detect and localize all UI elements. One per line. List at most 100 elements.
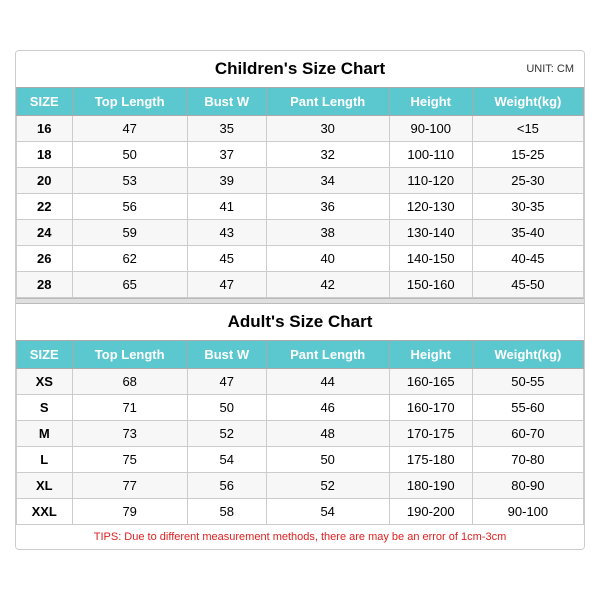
adult-header-row: SIZETop LengthBust WPant LengthHeightWei… xyxy=(17,341,584,369)
table-cell: 58 xyxy=(187,499,266,525)
table-cell: XXL xyxy=(17,499,73,525)
children-section-title: Children's Size Chart UNIT: CM xyxy=(16,51,584,87)
table-cell: 100-110 xyxy=(389,142,472,168)
table-row: S715046160-17055-60 xyxy=(17,395,584,421)
table-cell: 30 xyxy=(266,116,389,142)
adult-header-cell: Weight(kg) xyxy=(472,341,583,369)
table-cell: 59 xyxy=(72,220,187,246)
table-cell: 30-35 xyxy=(472,194,583,220)
table-cell: 35-40 xyxy=(472,220,583,246)
table-cell: 110-120 xyxy=(389,168,472,194)
children-header-cell: SIZE xyxy=(17,88,73,116)
table-row: 26624540140-15040-45 xyxy=(17,246,584,272)
table-cell: 73 xyxy=(72,421,187,447)
children-header-cell: Bust W xyxy=(187,88,266,116)
table-cell: 42 xyxy=(266,272,389,298)
table-cell: 56 xyxy=(187,473,266,499)
table-row: 28654742150-16045-50 xyxy=(17,272,584,298)
table-cell: 70-80 xyxy=(472,447,583,473)
table-cell: 18 xyxy=(17,142,73,168)
table-cell: 25-30 xyxy=(472,168,583,194)
table-cell: 15-25 xyxy=(472,142,583,168)
table-cell: 32 xyxy=(266,142,389,168)
table-cell: 39 xyxy=(187,168,266,194)
children-header-cell: Height xyxy=(389,88,472,116)
adult-header-cell: Bust W xyxy=(187,341,266,369)
table-cell: 40-45 xyxy=(472,246,583,272)
table-cell: 140-150 xyxy=(389,246,472,272)
table-cell: 38 xyxy=(266,220,389,246)
table-cell: 45 xyxy=(187,246,266,272)
table-cell: 48 xyxy=(266,421,389,447)
table-row: XS684744160-16550-55 xyxy=(17,369,584,395)
table-cell: 50-55 xyxy=(472,369,583,395)
table-cell: 65 xyxy=(72,272,187,298)
table-cell: M xyxy=(17,421,73,447)
table-cell: 175-180 xyxy=(389,447,472,473)
table-cell: 150-160 xyxy=(389,272,472,298)
table-cell: 20 xyxy=(17,168,73,194)
table-cell: 28 xyxy=(17,272,73,298)
table-cell: 160-165 xyxy=(389,369,472,395)
adult-header-cell: Height xyxy=(389,341,472,369)
table-cell: L xyxy=(17,447,73,473)
table-cell: 190-200 xyxy=(389,499,472,525)
tips-text: TIPS: Due to different measurement metho… xyxy=(16,525,584,549)
table-cell: 52 xyxy=(187,421,266,447)
table-cell: 50 xyxy=(187,395,266,421)
table-cell: 170-175 xyxy=(389,421,472,447)
size-chart-container: Children's Size Chart UNIT: CM SIZETop L… xyxy=(15,50,585,550)
table-cell: XS xyxy=(17,369,73,395)
unit-label: UNIT: CM xyxy=(526,63,574,75)
table-cell: 35 xyxy=(187,116,266,142)
table-cell: 37 xyxy=(187,142,266,168)
children-header-cell: Weight(kg) xyxy=(472,88,583,116)
table-cell: 130-140 xyxy=(389,220,472,246)
table-cell: 43 xyxy=(187,220,266,246)
table-cell: 16 xyxy=(17,116,73,142)
table-row: M735248170-17560-70 xyxy=(17,421,584,447)
table-cell: 90-100 xyxy=(389,116,472,142)
adult-section-title: Adult's Size Chart xyxy=(16,304,584,340)
table-cell: 56 xyxy=(72,194,187,220)
table-cell: 41 xyxy=(187,194,266,220)
table-cell: 34 xyxy=(266,168,389,194)
table-cell: 47 xyxy=(187,272,266,298)
table-row: XL775652180-19080-90 xyxy=(17,473,584,499)
table-cell: 160-170 xyxy=(389,395,472,421)
table-cell: 68 xyxy=(72,369,187,395)
table-cell: 77 xyxy=(72,473,187,499)
table-row: 24594338130-14035-40 xyxy=(17,220,584,246)
table-cell: 36 xyxy=(266,194,389,220)
children-header-cell: Pant Length xyxy=(266,88,389,116)
table-cell: 47 xyxy=(187,369,266,395)
table-cell: 46 xyxy=(266,395,389,421)
table-cell: 50 xyxy=(266,447,389,473)
table-cell: 80-90 xyxy=(472,473,583,499)
adult-title-text: Adult's Size Chart xyxy=(228,312,373,331)
table-cell: 90-100 xyxy=(472,499,583,525)
table-row: 22564136120-13030-35 xyxy=(17,194,584,220)
table-cell: 79 xyxy=(72,499,187,525)
adult-header-cell: Pant Length xyxy=(266,341,389,369)
table-cell: S xyxy=(17,395,73,421)
table-cell: <15 xyxy=(472,116,583,142)
table-cell: 47 xyxy=(72,116,187,142)
children-title-text: Children's Size Chart xyxy=(215,59,385,78)
children-tbody: 1647353090-100<1518503732100-11015-25205… xyxy=(17,116,584,298)
table-cell: 55-60 xyxy=(472,395,583,421)
table-cell: 120-130 xyxy=(389,194,472,220)
table-cell: 52 xyxy=(266,473,389,499)
children-header-row: SIZETop LengthBust WPant LengthHeightWei… xyxy=(17,88,584,116)
adult-tbody: XS684744160-16550-55S715046160-17055-60M… xyxy=(17,369,584,525)
table-cell: 40 xyxy=(266,246,389,272)
table-cell: 180-190 xyxy=(389,473,472,499)
children-table: SIZETop LengthBust WPant LengthHeightWei… xyxy=(16,87,584,298)
table-cell: 22 xyxy=(17,194,73,220)
adult-header-cell: SIZE xyxy=(17,341,73,369)
table-cell: 24 xyxy=(17,220,73,246)
table-row: 18503732100-11015-25 xyxy=(17,142,584,168)
adult-header-cell: Top Length xyxy=(72,341,187,369)
table-cell: 53 xyxy=(72,168,187,194)
children-header-cell: Top Length xyxy=(72,88,187,116)
